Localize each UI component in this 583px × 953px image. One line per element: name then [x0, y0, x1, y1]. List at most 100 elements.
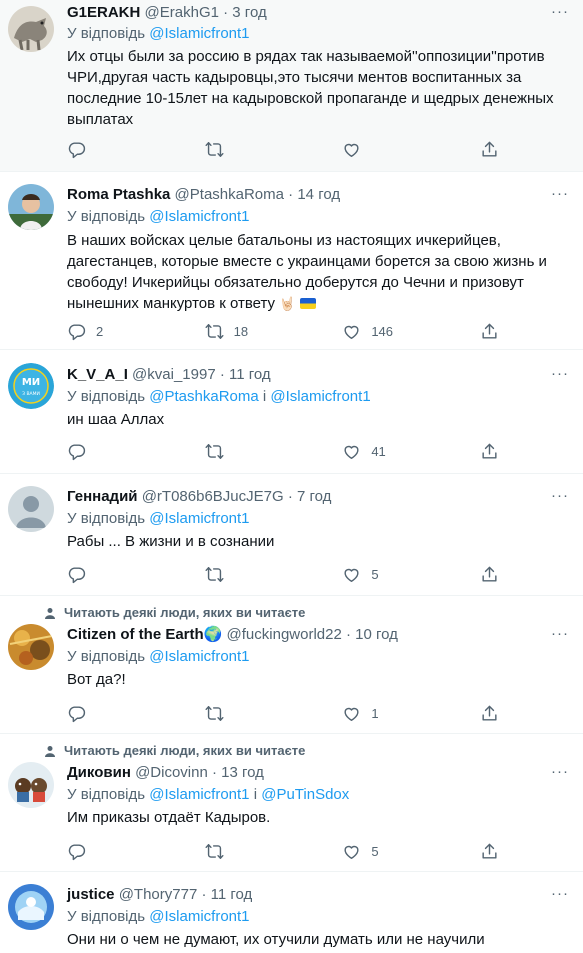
- timestamp[interactable]: 13 год: [221, 764, 264, 781]
- tweet-text: Их отцы были за россию в рядах так назыв…: [67, 48, 554, 128]
- globe-emoji: 🌍: [203, 626, 223, 643]
- tweet[interactable]: Читають деякі люди, яких ви читаєте Citi…: [0, 596, 583, 734]
- tweet[interactable]: G1ERAKH @ErakhG1 · 3 год ··· У відповідь…: [0, 0, 583, 172]
- handle[interactable]: @kvai_1997: [132, 366, 216, 383]
- share-button[interactable]: [480, 440, 502, 462]
- reply-prefix: У відповідь: [67, 908, 146, 925]
- retweet-button[interactable]: [205, 138, 315, 160]
- timestamp[interactable]: 14 год: [297, 186, 340, 203]
- display-name[interactable]: Диковин: [67, 764, 131, 781]
- like-button[interactable]: 1: [342, 702, 452, 724]
- reply-mention[interactable]: @Islamicfront1: [149, 786, 249, 803]
- avatar[interactable]: [8, 184, 54, 230]
- more-icon[interactable]: ···: [551, 487, 569, 504]
- reply-button[interactable]: 2: [67, 320, 177, 342]
- retweet-button[interactable]: [205, 840, 315, 862]
- like-button[interactable]: 41: [342, 440, 452, 462]
- avatar[interactable]: [8, 884, 54, 930]
- reply-button[interactable]: [67, 702, 177, 724]
- reply-mention[interactable]: @PuTinSdox: [261, 786, 349, 803]
- retweet-button[interactable]: [205, 563, 315, 585]
- handle[interactable]: @rT086b6BJucJE7G: [142, 488, 284, 505]
- reply-to-line: У відповідь @Islamicfront1: [67, 509, 250, 529]
- reply-icon: [67, 442, 86, 461]
- share-button[interactable]: [480, 320, 502, 342]
- display-name[interactable]: Roma Ptashka: [67, 186, 170, 203]
- social-context: Читають деякі люди, яких ви читаєте: [44, 743, 305, 758]
- retweet-count: 18: [233, 323, 249, 339]
- reply-mention[interactable]: @Islamicfront1: [149, 648, 249, 665]
- display-name[interactable]: K_V_A_I: [67, 366, 128, 383]
- handle[interactable]: @fuckingworld22: [227, 626, 342, 643]
- avatar[interactable]: [8, 6, 54, 52]
- avatar[interactable]: [8, 762, 54, 808]
- reply-prefix: У відповідь: [67, 510, 146, 527]
- reply-button[interactable]: [67, 138, 177, 160]
- tweet[interactable]: justice @Thory777 · 11 год ··· У відпові…: [0, 872, 583, 953]
- reply-button[interactable]: [67, 440, 177, 462]
- and-word: і: [253, 786, 258, 803]
- reply-mention[interactable]: @PtashkaRoma: [149, 388, 258, 405]
- reply-mention[interactable]: @Islamicfront1: [270, 388, 370, 405]
- reply-mention[interactable]: @Islamicfront1: [149, 208, 249, 225]
- avatar[interactable]: [8, 486, 54, 532]
- share-button[interactable]: [480, 840, 502, 862]
- timestamp[interactable]: 3 год: [232, 4, 266, 21]
- tweet[interactable]: Roma Ptashka @PtashkaRoma · 14 год ··· У…: [0, 172, 583, 350]
- timestamp[interactable]: 11 год: [229, 366, 271, 383]
- like-button[interactable]: [342, 138, 452, 160]
- timestamp[interactable]: 10 год: [355, 626, 398, 643]
- reply-mention[interactable]: @Islamicfront1: [149, 908, 249, 925]
- retweet-icon: [205, 442, 224, 461]
- retweet-button[interactable]: [205, 702, 315, 724]
- timestamp[interactable]: 11 год: [211, 886, 253, 903]
- reply-mention[interactable]: @Islamicfront1: [149, 510, 249, 527]
- timestamp[interactable]: 7 год: [297, 488, 331, 505]
- like-button[interactable]: 5: [342, 840, 452, 862]
- more-icon[interactable]: ···: [551, 625, 569, 642]
- handle[interactable]: @Thory777: [119, 886, 198, 903]
- more-icon[interactable]: ···: [551, 3, 569, 20]
- avatar[interactable]: [8, 624, 54, 670]
- retweet-button[interactable]: [205, 440, 315, 462]
- tweet-text: Рабы ... В жизни и в сознании: [67, 533, 275, 550]
- like-button[interactable]: 146: [342, 320, 452, 342]
- share-button[interactable]: [480, 563, 502, 585]
- share-icon: [480, 140, 499, 159]
- tweet[interactable]: МИ З ВАМИ K_V_A_I @kvai_1997 · 11 год ···…: [0, 350, 583, 474]
- share-button[interactable]: [480, 702, 502, 724]
- display-name[interactable]: justice: [67, 886, 115, 903]
- display-name[interactable]: G1ERAKH: [67, 4, 140, 21]
- handle[interactable]: @ErakhG1: [145, 4, 219, 21]
- and-word: і: [262, 388, 267, 405]
- tweet[interactable]: Читають деякі люди, яких ви читаєте Дико…: [0, 734, 583, 872]
- share-icon: [480, 322, 499, 341]
- display-name[interactable]: Citizen of the Earth: [67, 626, 204, 643]
- like-icon: [342, 842, 361, 861]
- tweet-text: В наших войсках целые батальоны из насто…: [67, 230, 567, 314]
- more-icon[interactable]: ···: [551, 885, 569, 902]
- reply-button[interactable]: [67, 840, 177, 862]
- reply-to-line: У відповідь @Islamicfront1: [67, 647, 250, 667]
- more-icon[interactable]: ···: [551, 763, 569, 780]
- handle[interactable]: @PtashkaRoma: [175, 186, 284, 203]
- more-icon[interactable]: ···: [551, 365, 569, 382]
- display-name[interactable]: Геннадий: [67, 488, 138, 505]
- like-icon: [342, 442, 361, 461]
- reply-to-line: У відповідь @PtashkaRoma і @Islamicfront…: [67, 387, 371, 407]
- handle[interactable]: @Dicovinn: [135, 764, 208, 781]
- more-icon[interactable]: ···: [551, 185, 569, 202]
- reply-button[interactable]: [67, 563, 177, 585]
- reply-icon: [67, 704, 86, 723]
- tweet-text: Им приказы отдаёт Кадыров.: [67, 809, 271, 826]
- like-count: 1: [371, 705, 379, 721]
- reply-mention[interactable]: @Islamicfront1: [149, 25, 249, 42]
- tweet-text: Они ни о чем не думают, их отучили думат…: [67, 931, 485, 948]
- retweet-button[interactable]: 18: [205, 320, 315, 342]
- share-button[interactable]: [480, 138, 502, 160]
- avatar[interactable]: МИ З ВАМИ: [8, 363, 54, 409]
- tweet-header: justice @Thory777 · 11 год: [67, 885, 252, 905]
- like-button[interactable]: 5: [342, 563, 452, 585]
- tweet[interactable]: Геннадий @rT086b6BJucJE7G · 7 год ··· У …: [0, 474, 583, 596]
- reply-to-line: У відповідь @Islamicfront1: [67, 24, 250, 44]
